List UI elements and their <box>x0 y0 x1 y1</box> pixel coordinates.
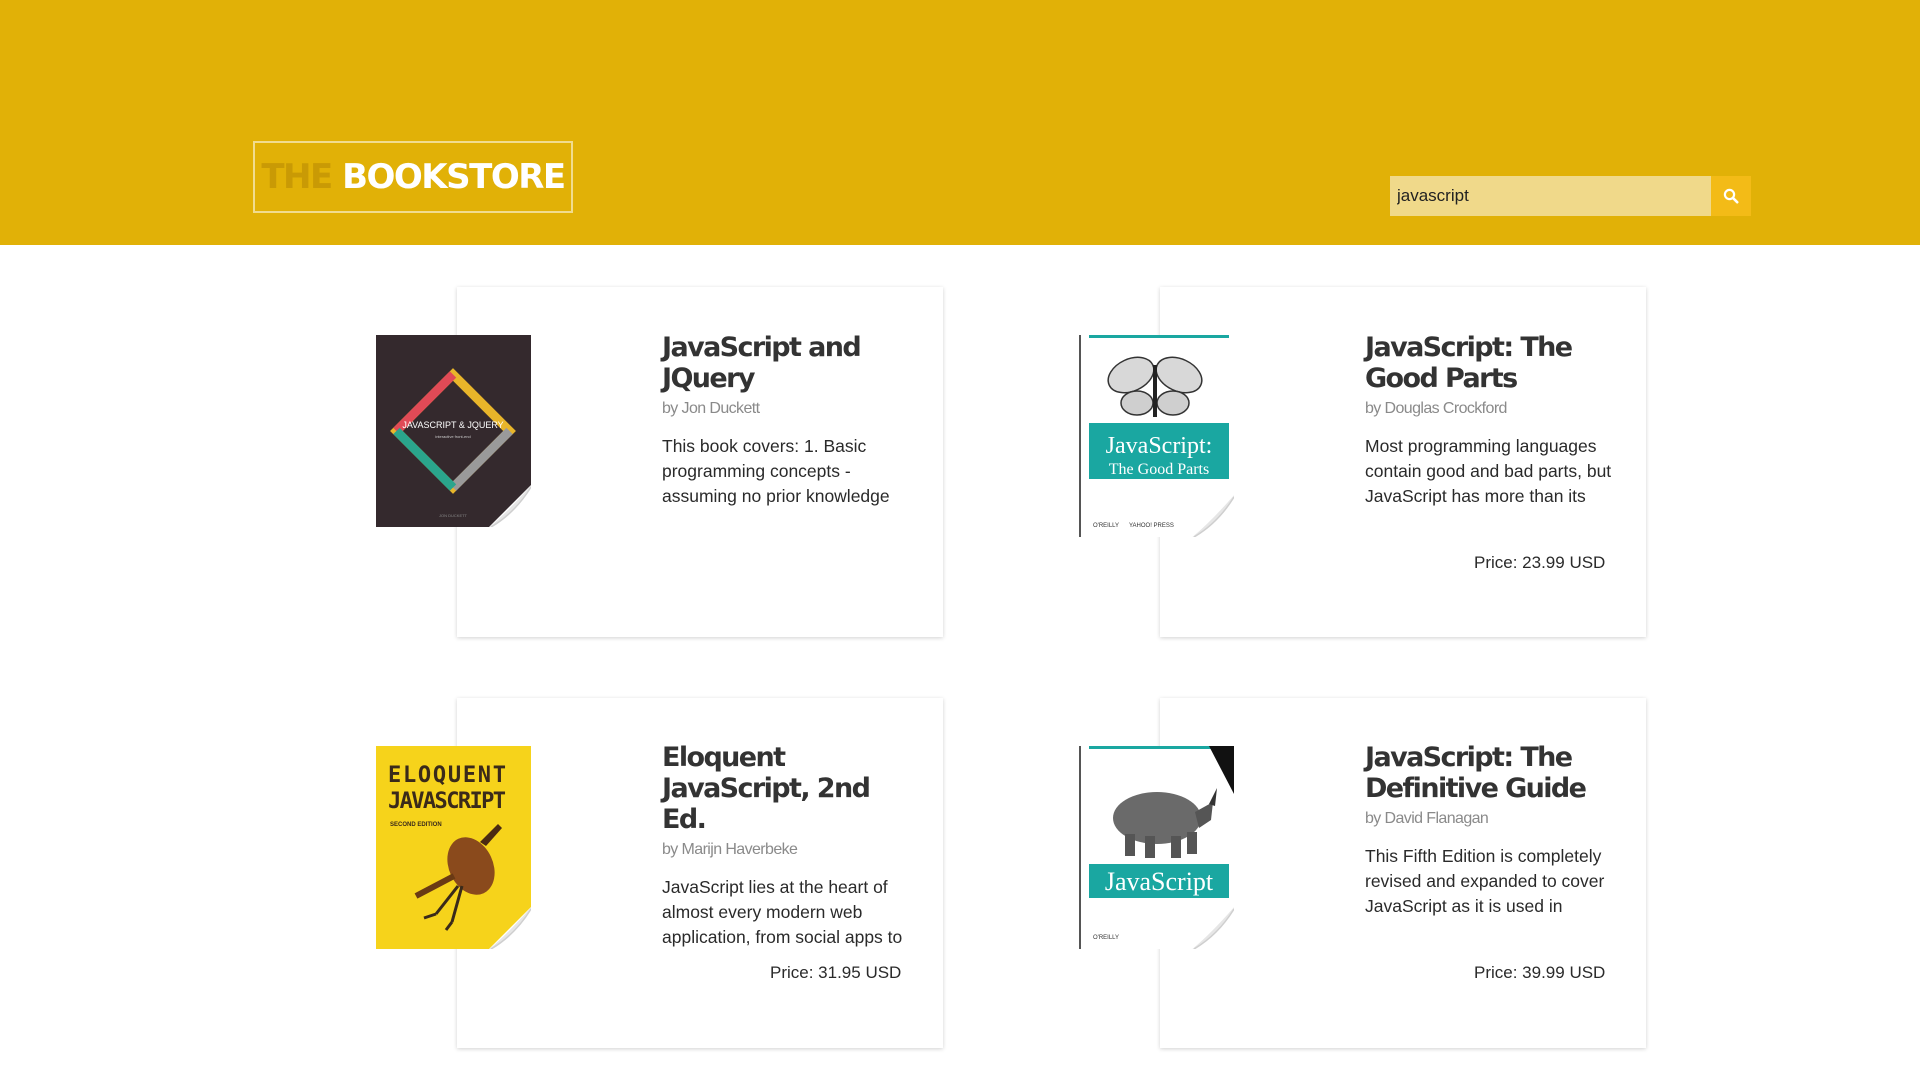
site-header: THE BOOKSTORE <box>0 0 1920 245</box>
book-cover[interactable]: JAVASCRIPT & JQUERY interactive front-en… <box>376 335 531 527</box>
page-curl-icon <box>489 907 531 949</box>
book-title[interactable]: Eloquent JavaScript, 2nd Ed. <box>662 742 912 835</box>
book-price: Price: 39.99 USD <box>1474 963 1606 982</box>
book-author: by Jon Duckett <box>662 400 760 417</box>
cover-title: JAVASCRIPT & JQUERY <box>402 420 503 430</box>
book-title[interactable]: JavaScript and JQuery <box>662 332 912 394</box>
page-curl-icon <box>489 485 531 527</box>
book-description: This Fifth Edition is completely revised… <box>1365 846 1605 916</box>
svg-text:SECOND EDITION: SECOND EDITION <box>390 822 442 828</box>
book-author: by Douglas Crockford <box>1365 400 1507 417</box>
book-title[interactable]: JavaScript: The Good Parts <box>1365 332 1615 394</box>
logo-the: THE <box>261 157 333 197</box>
book-info: JavaScript: The Definitive Guide by Davi… <box>1365 742 1615 919</box>
search-icon <box>1723 188 1739 204</box>
page-curl-icon <box>1192 495 1234 537</box>
svg-text:ELOQUENT: ELOQUENT <box>388 763 506 788</box>
svg-text:The Good Parts: The Good Parts <box>1109 461 1209 478</box>
book-info: JavaScript: The Good Parts by Douglas Cr… <box>1365 332 1615 509</box>
svg-text:YAHOO! PRESS: YAHOO! PRESS <box>1129 523 1174 529</box>
book-cover[interactable]: JavaScript O'REILLY <box>1079 746 1234 949</box>
book-info: JavaScript and JQuery by Jon Duckett Thi… <box>662 332 912 509</box>
book-price: Price: 23.99 USD <box>1474 553 1606 572</box>
book-description: JavaScript lies at the heart of almost e… <box>662 877 903 947</box>
cover-title: JavaScript <box>1105 867 1214 896</box>
svg-text:O'REILLY: O'REILLY <box>1093 935 1119 941</box>
book-description: Most programming languages contain good … <box>1365 436 1612 506</box>
book-cover[interactable]: JavaScript: The Good Parts O'REILLY YAHO… <box>1079 335 1234 537</box>
svg-text:interactive front-end: interactive front-end <box>435 434 470 439</box>
logo-text: THE BOOKSTORE <box>261 157 566 197</box>
book-title[interactable]: JavaScript: The Definitive Guide <box>1365 742 1615 804</box>
book-description: This book covers: 1. Basic programming c… <box>662 436 890 506</box>
site-logo[interactable]: THE BOOKSTORE <box>253 141 573 213</box>
svg-text:JON DUCKETT: JON DUCKETT <box>439 513 468 518</box>
logo-bookstore: BOOKSTORE <box>342 157 566 197</box>
search-bar <box>1390 176 1751 216</box>
book-info: Eloquent JavaScript, 2nd Ed. by Marijn H… <box>662 742 912 950</box>
book-cover[interactable]: ELOQUENT JAVASCRIPT SECOND EDITION <box>376 746 531 949</box>
svg-text:JavaScript:: JavaScript: <box>1106 433 1213 459</box>
book-author: by Marijn Haverbeke <box>662 841 798 858</box>
svg-text:O'REILLY: O'REILLY <box>1093 523 1119 529</box>
book-author: by David Flanagan <box>1365 810 1489 827</box>
search-input[interactable] <box>1390 176 1711 216</box>
svg-text:JAVASCRIPT: JAVASCRIPT <box>388 789 506 814</box>
book-price: Price: 31.95 USD <box>770 963 902 982</box>
search-button[interactable] <box>1711 176 1751 216</box>
page-curl-icon <box>1192 907 1234 949</box>
